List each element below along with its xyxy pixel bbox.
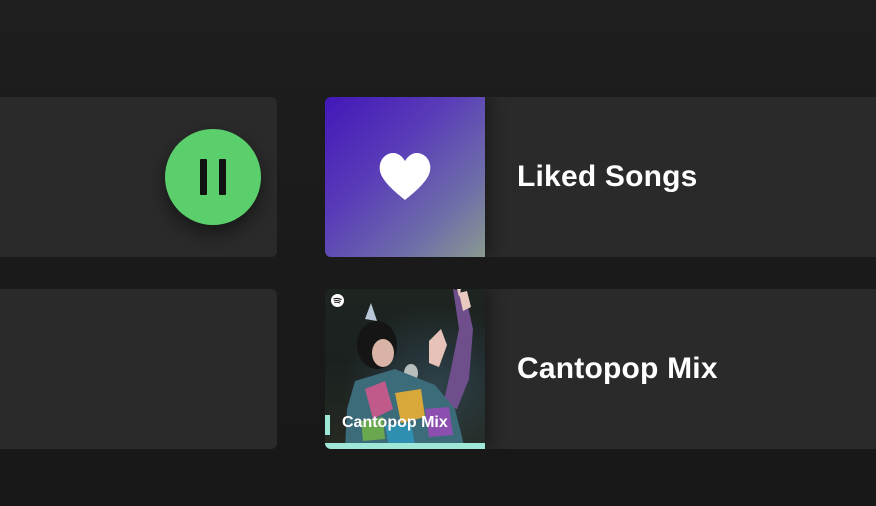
shortcut-card-left[interactable] xyxy=(0,289,277,449)
cover-label: Cantopop Mix xyxy=(342,414,448,431)
pause-icon-bar-left xyxy=(200,159,207,195)
cover-bottom-accent xyxy=(325,443,485,449)
shortcut-card-liked-songs[interactable]: Liked Songs xyxy=(325,97,876,257)
shortcut-title-liked-songs: Liked Songs xyxy=(517,160,698,193)
liked-songs-cover xyxy=(325,97,485,257)
spotify-logo-icon xyxy=(331,294,344,307)
shortcut-title-cantopop-mix: Cantopop Mix xyxy=(517,352,718,385)
cover-label-accent xyxy=(325,415,330,435)
shortcut-card-cantopop-mix[interactable]: Cantopop Mix Cantopop Mix xyxy=(325,289,876,449)
pause-button[interactable] xyxy=(165,129,261,225)
heart-icon xyxy=(379,153,431,200)
pause-icon-bar-right xyxy=(219,159,226,195)
cantopop-mix-cover: Cantopop Mix xyxy=(325,289,485,449)
